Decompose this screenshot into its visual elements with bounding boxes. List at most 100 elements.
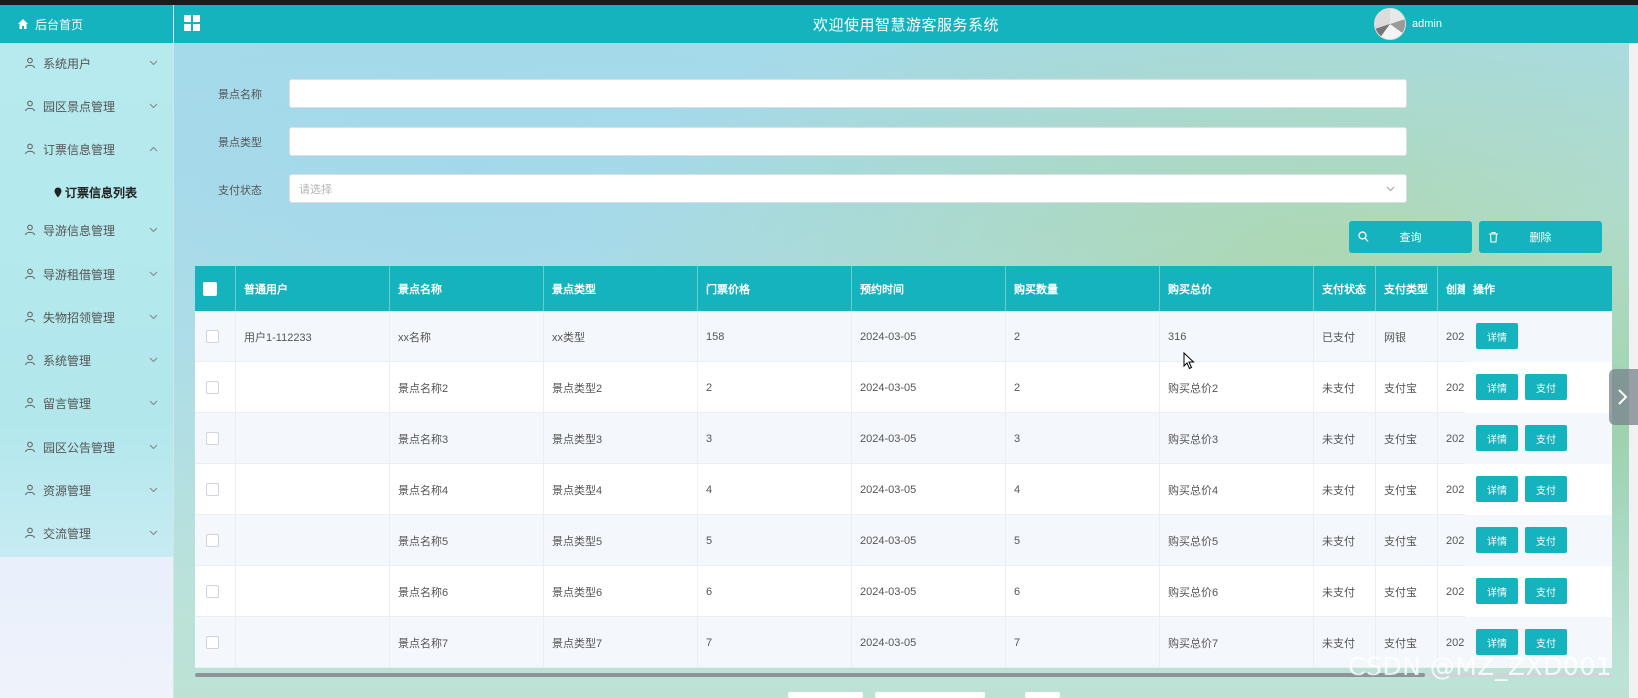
detail-button[interactable]: 详情: [1476, 476, 1518, 502]
sidebar-item-5[interactable]: 导游租借管理: [0, 259, 173, 289]
row-checkbox-cell: [195, 566, 236, 617]
scenic-name-label: 景点名称: [218, 89, 262, 101]
user-icon: [24, 100, 36, 112]
pay-button[interactable]: 支付: [1525, 425, 1567, 451]
table-cell-status: 未支付: [1314, 362, 1376, 413]
table-cell-qty: 5: [1006, 515, 1160, 566]
location-pin-icon: [54, 187, 62, 197]
table-cell-actions: 详情 支付: [1465, 362, 1612, 413]
pagination-item[interactable]: [875, 692, 985, 698]
table-row: 景点名称4 景点类型4 4 2024-03-05 4 购买总价4 未支付 支付宝 202 详情 支付: [195, 464, 1612, 515]
column-header-actions: 操作: [1465, 266, 1612, 311]
scrollbar-thumb[interactable]: [195, 673, 1425, 677]
column-header: 支付类型: [1376, 266, 1438, 311]
chevron-down-icon: [149, 444, 158, 450]
avatar[interactable]: [1374, 8, 1406, 40]
sidebar-item-6[interactable]: 失物招领管理: [0, 302, 173, 332]
sidebar-item-11[interactable]: 交流管理: [0, 518, 173, 548]
sidebar-item-10[interactable]: 资源管理: [0, 475, 173, 505]
pagination-item[interactable]: [1025, 692, 1060, 698]
table-cell-date: 2024-03-05: [852, 566, 1006, 617]
table-cell-name: 景点名称7: [390, 617, 544, 668]
row-checkbox[interactable]: [206, 381, 219, 394]
sidebar-item-4[interactable]: 导游信息管理: [0, 215, 173, 245]
sidebar-item-label: 园区景点管理: [43, 99, 116, 114]
scenic-type-input[interactable]: [289, 127, 1407, 156]
row-checkbox[interactable]: [206, 636, 219, 649]
table-cell-actions: 详情: [1465, 311, 1612, 362]
sidebar-item-1[interactable]: 系统用户: [0, 48, 173, 78]
sidebar-item-3[interactable]: 订票信息管理: [0, 134, 173, 164]
user-icon: [24, 441, 36, 453]
select-all-checkbox-cell: [195, 266, 236, 311]
chevron-down-icon: [149, 103, 158, 109]
user-icon: [24, 57, 36, 69]
sidebar-subitem-active[interactable]: 订票信息列表: [54, 182, 137, 202]
chevron-down-icon: [149, 60, 158, 66]
column-header: 普通用户: [236, 266, 390, 311]
detail-button[interactable]: 详情: [1476, 578, 1518, 604]
table-cell-user: [236, 515, 390, 566]
table-cell-price: 158: [698, 311, 852, 362]
table-cell-total: 购买总价5: [1160, 515, 1314, 566]
table-cell-price: 2: [698, 362, 852, 413]
detail-button[interactable]: 详情: [1476, 425, 1518, 451]
detail-button[interactable]: 详情: [1476, 323, 1518, 349]
column-header: 门票价格: [698, 266, 852, 311]
query-button[interactable]: 查询: [1349, 221, 1472, 253]
table-cell-name: 景点名称5: [390, 515, 544, 566]
pay-button[interactable]: 支付: [1525, 527, 1567, 553]
delete-button[interactable]: 删除: [1479, 221, 1602, 253]
row-checkbox[interactable]: [206, 585, 219, 598]
sidebar-item-8[interactable]: 留言管理: [0, 388, 173, 418]
row-checkbox-cell: [195, 464, 236, 515]
mouse-cursor: [1183, 352, 1195, 370]
username[interactable]: admin: [1412, 18, 1442, 30]
sidebar-home[interactable]: 后台首页: [0, 5, 173, 43]
chevron-down-icon: [149, 357, 158, 363]
pay-button[interactable]: 支付: [1525, 374, 1567, 400]
pay-button[interactable]: 支付: [1525, 578, 1567, 604]
detail-button[interactable]: 详情: [1476, 374, 1518, 400]
table-cell-status: 未支付: [1314, 566, 1376, 617]
delete-button-label: 删除: [1529, 232, 1552, 244]
chevron-down-icon: [149, 227, 158, 233]
chevron-down-icon: [1386, 186, 1395, 192]
row-checkbox[interactable]: [206, 534, 219, 547]
pagination-item[interactable]: [788, 692, 863, 698]
row-checkbox[interactable]: [206, 330, 219, 343]
sidebar-item-label: 订票信息管理: [43, 142, 116, 157]
chevron-down-icon: [149, 314, 158, 320]
table-cell-price: 6: [698, 566, 852, 617]
table-cell-price: 4: [698, 464, 852, 515]
table-cell-type: 景点类型7: [544, 617, 698, 668]
sidebar-item-9[interactable]: 园区公告管理: [0, 432, 173, 462]
user-icon: [24, 397, 36, 409]
select-all-checkbox[interactable]: [203, 281, 217, 296]
order-table: 普通用户 景点名称 景点类型 门票价格 预约时间 购买数量 购买总价 支付状态 支付类型 创建 操作…: [195, 266, 1612, 676]
table-cell-date: 2024-03-05: [852, 515, 1006, 566]
table-cell-date: 2024-03-05: [852, 617, 1006, 668]
row-checkbox[interactable]: [206, 483, 219, 496]
detail-button[interactable]: 详情: [1476, 527, 1518, 553]
table-row: 景点名称5 景点类型5 5 2024-03-05 5 购买总价5 未支付 支付宝 202 详情 支付: [195, 515, 1612, 566]
sidebar-item-label: 交流管理: [43, 526, 92, 541]
table-cell-total: 购买总价6: [1160, 566, 1314, 617]
table-cell-date: 2024-03-05: [852, 362, 1006, 413]
next-panel-button[interactable]: [1609, 369, 1638, 425]
sidebar-item-label: 失物招领管理: [43, 310, 116, 325]
sidebar-item-7[interactable]: 系统管理: [0, 345, 173, 375]
sidebar-item-2[interactable]: 园区景点管理: [0, 91, 173, 121]
table-cell-total: 购买总价3: [1160, 413, 1314, 464]
pay-button[interactable]: 支付: [1525, 476, 1567, 502]
row-checkbox[interactable]: [206, 432, 219, 445]
pay-status-select[interactable]: 请选择: [289, 174, 1407, 203]
table-cell-total: 购买总价7: [1160, 617, 1314, 668]
chevron-down-icon: [149, 487, 158, 493]
table-cell-price: 3: [698, 413, 852, 464]
scenic-name-input[interactable]: [289, 79, 1407, 108]
column-header: 景点名称: [390, 266, 544, 311]
sidebar-home-label: 后台首页: [35, 17, 84, 32]
row-checkbox-cell: [195, 413, 236, 464]
table-row: 景点名称2 景点类型2 2 2024-03-05 2 购买总价2 未支付 支付宝 202 详情 支付: [195, 362, 1612, 413]
